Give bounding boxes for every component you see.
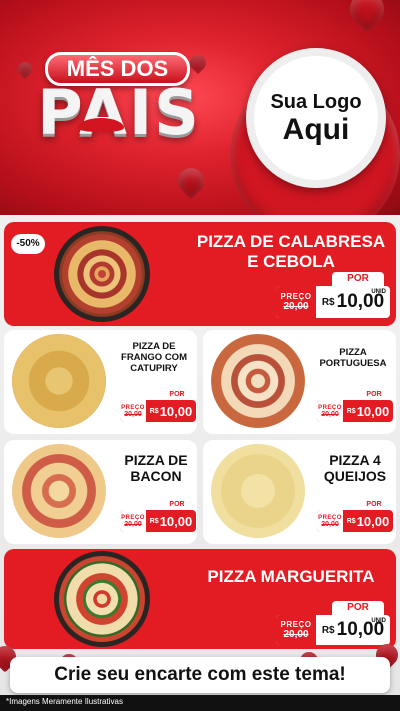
preco-label: PREÇO: [280, 292, 312, 301]
heart-decoration-icon: [172, 162, 210, 200]
currency: R$: [321, 624, 335, 636]
product-card-portuguesa: PIZZA PORTUGUESA POR PREÇO 20,00 R$ 10,0…: [203, 330, 396, 434]
product-card-4-queijos: PIZZA 4 QUEIJOS POR PREÇO 20,00 R$ 10,00: [203, 440, 396, 544]
product-name: PIZZA DE BACON: [124, 452, 188, 485]
discount-badge: -50%: [11, 234, 45, 254]
old-price-value: 20,00: [283, 301, 309, 312]
old-price: PREÇO 20,00: [120, 400, 146, 422]
product-name: PIZZA DE FRANGO COM CATUPIRY: [121, 341, 187, 374]
product-name: PIZZA 4 QUEIJOS: [323, 452, 387, 485]
product-name: PIZZA MARGUERITA: [207, 567, 375, 586]
heart-decoration-icon: [186, 51, 210, 75]
new-price-value: 10,00: [356, 513, 390, 529]
new-price: R$ 10,00: [146, 510, 196, 532]
old-price: PREÇO 20,00: [120, 510, 146, 532]
currency: R$: [346, 407, 356, 415]
product-name: PIZZA PORTUGUESA: [319, 347, 387, 369]
new-price-value: 10,00: [356, 403, 390, 419]
mustache-icon: [78, 118, 124, 132]
old-price: PREÇO 20,00: [276, 286, 316, 318]
new-price: R$ 10,00: [146, 400, 196, 422]
logo-placeholder: Sua Logo Aqui: [246, 48, 386, 188]
pizza-image: [12, 444, 106, 538]
flyer: MÊS DOS PAIS Sua Logo Aqui -50% PIZZA DE…: [0, 0, 400, 711]
currency: R$: [346, 517, 356, 525]
old-price: PREÇO 20,00: [317, 510, 343, 532]
currency: R$: [321, 296, 335, 308]
old-price-value: 20,00: [124, 520, 142, 528]
unid-label: UNID: [371, 289, 386, 295]
por-label: POR: [357, 390, 391, 400]
heart-decoration-icon: [342, 0, 392, 34]
price-tag: POR PREÇO 20,00 R$ 10,00: [317, 390, 393, 426]
new-price: R$ 10,00: [343, 510, 393, 532]
price-tag: POR PREÇO 20,00 R$ 10,00: [120, 390, 196, 426]
logo-line2: Aqui: [282, 112, 350, 146]
price-tag: POR PREÇO 20,00 R$ 10,00: [120, 500, 196, 536]
footer-note: *Imagens Meramente Ilustrativas: [6, 697, 123, 706]
new-price-value: 10,00: [159, 403, 193, 419]
por-label: POR: [160, 390, 194, 400]
old-price-value: 20,00: [321, 410, 339, 418]
product-card-frango: PIZZA DE FRANGO COM CATUPIRY POR PREÇO 2…: [4, 330, 197, 434]
pizza-image: [54, 551, 150, 647]
product-name: PIZZA DE CALABRESA E CEBOLA: [196, 232, 386, 271]
currency: R$: [149, 517, 159, 525]
product-card-marguerita: PIZZA MARGUERITA POR PREÇO 20,00 R$ 10,0…: [4, 549, 396, 649]
new-price: R$ 10,00 UNID: [316, 286, 390, 318]
old-price-value: 20,00: [321, 520, 339, 528]
pizza-image: [12, 334, 106, 428]
pizza-image: [211, 334, 305, 428]
cta-banner: Crie seu encarte com este tema!: [10, 657, 390, 693]
header-banner: MÊS DOS PAIS Sua Logo Aqui: [0, 0, 400, 215]
currency: R$: [149, 407, 159, 415]
title-pais: PAIS: [37, 76, 201, 149]
footer-bar: *Imagens Meramente Ilustrativas: [0, 695, 400, 711]
price-tag: POR PREÇO 20,00 R$ 10,00: [317, 500, 393, 536]
new-price-value: 10,00: [159, 513, 193, 529]
por-label: POR: [332, 601, 384, 615]
heart-decoration-icon: [15, 59, 35, 79]
old-price-value: 20,00: [124, 410, 142, 418]
preco-label: PREÇO: [280, 620, 312, 629]
product-card-calabresa: -50% PIZZA DE CALABRESA E CEBOLA POR PRE…: [4, 222, 396, 326]
pizza-image: [54, 226, 150, 322]
por-label: POR: [357, 500, 391, 510]
product-card-bacon: PIZZA DE BACON POR PREÇO 20,00 R$ 10,00: [4, 440, 197, 544]
pizza-image: [211, 444, 305, 538]
por-label: POR: [160, 500, 194, 510]
logo-line1: Sua Logo: [270, 90, 362, 113]
old-price: PREÇO 20,00: [317, 400, 343, 422]
por-label: POR: [332, 272, 384, 286]
new-price: R$ 10,00: [343, 400, 393, 422]
price-tag: POR PREÇO 20,00 R$ 10,00 UNID: [276, 272, 394, 322]
unid-label: UNID: [371, 618, 386, 624]
